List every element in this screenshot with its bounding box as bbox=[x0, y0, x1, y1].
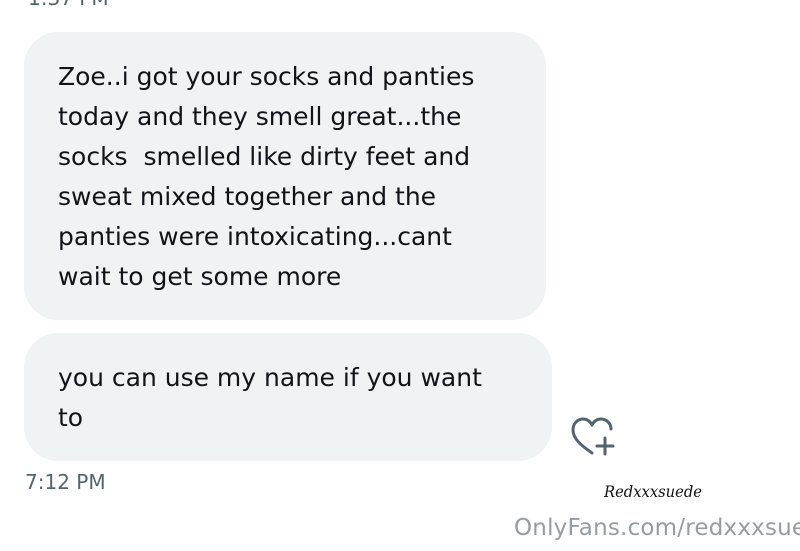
message-bubble[interactable]: Zoe..i got your socks and panties today … bbox=[24, 32, 546, 320]
message-line: you can use my name if you want bbox=[58, 363, 482, 392]
previous-timestamp: 1:37 PM bbox=[28, 0, 109, 10]
message-line: Zoe..i got your socks and panties bbox=[58, 62, 475, 91]
message-bubble[interactable]: you can use my name if you want to bbox=[24, 333, 552, 461]
heart-plus-icon[interactable] bbox=[570, 416, 616, 458]
message-timestamp: 7:12 PM bbox=[25, 470, 106, 494]
message-line: panties were intoxicating...cant bbox=[58, 222, 452, 251]
watermark-url: OnlyFans.com/redxxxsuede bbox=[514, 515, 800, 541]
watermark-signature: Redxxxsuede bbox=[604, 482, 703, 501]
message-line: socks smelled like dirty feet and bbox=[58, 142, 471, 171]
message-line: sweat mixed together and the bbox=[58, 182, 437, 211]
message-line: to bbox=[58, 403, 84, 432]
message-line: today and they smell great...the bbox=[58, 102, 462, 131]
message-line: wait to get some more bbox=[58, 262, 342, 291]
